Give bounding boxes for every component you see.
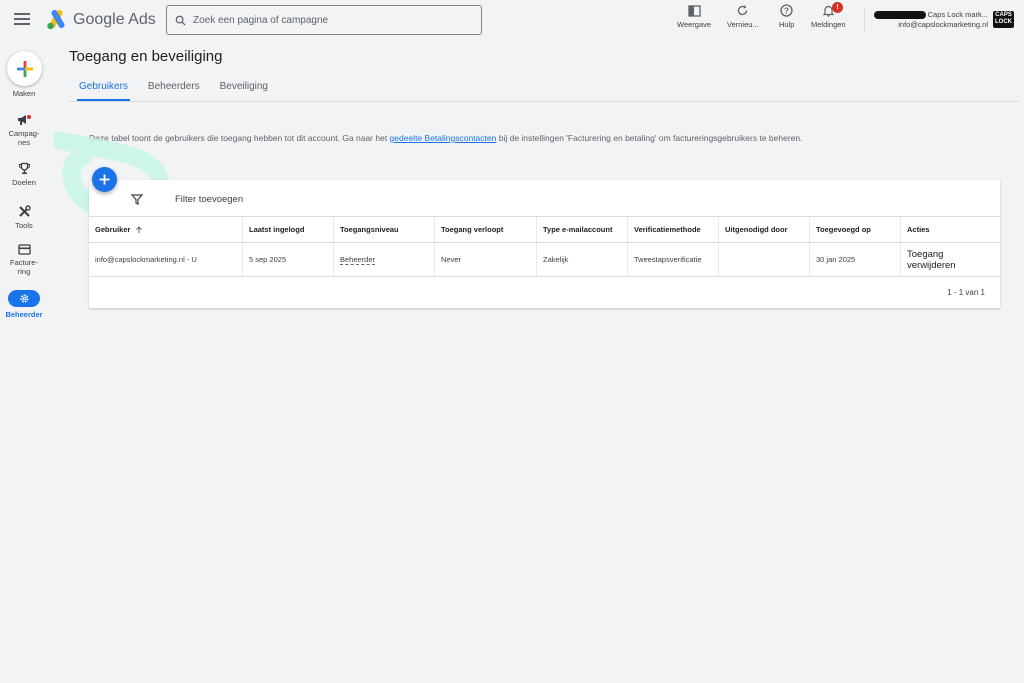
cell-verification: Tweestapsverificatie (628, 243, 719, 276)
column-header[interactable]: Toegevoegd op (810, 217, 901, 242)
rail-label: Campag-nes (8, 129, 40, 147)
account-switcher[interactable]: Caps Lock mark... info@capslockmarketing… (870, 10, 988, 30)
plus-icon (99, 174, 110, 185)
table-header: Gebruiker Laatst ingelogd Toegangsniveau… (89, 216, 1000, 243)
account-logo[interactable]: CAPS LOCK (993, 11, 1014, 28)
column-header[interactable]: Verificatiemethode (628, 217, 719, 242)
cell-email-type: Zakelijk (537, 243, 628, 276)
toolbar-label: Weergave (677, 20, 712, 29)
page-title: Toegang en beveiliging (69, 48, 223, 65)
megaphone-icon (18, 115, 31, 125)
access-level-dropdown[interactable]: Beheerder (340, 255, 376, 265)
add-filter-button[interactable]: Filter toevoegen (175, 194, 243, 205)
rail-label: Beheerder (5, 310, 43, 319)
pagination-info: 1 - 1 van 1 (947, 288, 985, 297)
rail-item-goals[interactable]: Doelen (0, 162, 48, 187)
view-icon (687, 5, 701, 17)
billing-contacts-link[interactable]: gedeelte Betalingscontacten (390, 133, 497, 143)
tab-users[interactable]: Gebruikers (69, 77, 138, 101)
rail-label: Doelen (12, 178, 36, 187)
rail-item-tools[interactable]: Tools (0, 205, 48, 230)
tab-security[interactable]: Beveiliging (210, 77, 278, 101)
help-icon: ? (780, 4, 793, 17)
search-icon (167, 15, 193, 26)
users-table-card: Filter toevoegen Gebruiker Laatst ingelo… (89, 180, 1000, 308)
column-header[interactable]: Toegangsniveau (334, 217, 435, 242)
notification-badge: ! (832, 2, 843, 13)
remove-access-button[interactable]: Toegang verwijderen (907, 249, 994, 271)
plus-icon (16, 60, 33, 77)
account-name: Caps Lock mark... (927, 10, 988, 19)
filter-icon[interactable] (131, 194, 143, 205)
column-header[interactable]: Uitgenodigd door (719, 217, 810, 242)
account-email: info@capslockmarketing.nl (898, 20, 988, 29)
svg-text:?: ? (784, 6, 789, 15)
toolbar-help[interactable]: ? Hulp (779, 4, 794, 29)
search-box[interactable] (166, 5, 482, 35)
rail-label: Facture-ring (10, 258, 38, 276)
cell-actions: Toegang verwijderen (901, 243, 1000, 276)
toolbar-label: Vernieu... (727, 20, 759, 29)
toolbar-notifications[interactable]: Meldingen ! (811, 2, 846, 29)
rail-item-campaigns[interactable]: Campag-nes (0, 114, 48, 147)
column-header[interactable]: Type e-mailaccount (537, 217, 628, 242)
cell-added-on: 30 jan 2025 (810, 243, 901, 276)
column-header[interactable]: Laatst ingelogd (243, 217, 334, 242)
sort-ascending-icon (135, 225, 142, 233)
tabs-divider (69, 101, 1019, 102)
search-input[interactable] (193, 14, 473, 26)
create-label: Maken (12, 89, 36, 98)
rail-item-billing[interactable]: Facture-ring (0, 244, 48, 276)
table-row: info@capslockmarketing.nl - U 5 sep 2025… (89, 243, 1000, 277)
cell-last-login: 5 sep 2025 (243, 243, 334, 276)
redacted-name (873, 11, 926, 20)
tools-icon (18, 205, 31, 217)
trophy-icon (18, 162, 30, 174)
google-ads-logo-icon (47, 10, 65, 30)
add-user-button[interactable] (92, 167, 117, 192)
menu-icon[interactable] (14, 13, 30, 27)
gear-icon (19, 294, 29, 303)
cell-invited-by (719, 243, 810, 276)
toolbar-divider (864, 8, 865, 32)
toolbar-refresh[interactable]: Vernieu... (727, 4, 759, 29)
toolbar-view[interactable]: Weergave (677, 4, 711, 29)
rail-label: Tools (15, 221, 33, 230)
column-header-user[interactable]: Gebruiker (89, 217, 243, 242)
info-text-after: bij de instellingen 'Facturering en beta… (496, 133, 803, 143)
toolbar-label: Meldingen (811, 20, 846, 29)
brand-name: Google Ads (73, 11, 156, 28)
billing-icon (17, 244, 31, 255)
info-text: Deze tabel toont de gebruikers die toega… (89, 133, 802, 143)
cell-expires: Never (435, 243, 537, 276)
column-header: Acties (907, 225, 930, 234)
toolbar-label: Hulp (779, 20, 795, 29)
create-button[interactable] (7, 51, 42, 86)
rail-active-indicator (8, 290, 40, 307)
cell-access-level: Beheerder (334, 243, 435, 276)
tab-bar: Gebruikers Beheerders Beveiliging (69, 77, 278, 101)
cell-user: info@capslockmarketing.nl - U (89, 243, 243, 276)
rail-item-admin[interactable]: Beheerder (0, 290, 48, 319)
tab-admins[interactable]: Beheerders (138, 77, 210, 101)
refresh-icon (738, 5, 748, 16)
column-header[interactable]: Toegang verloopt (435, 217, 537, 242)
top-bar: Google Ads Weergave Vernieu... ? Hulp Me… (0, 0, 1024, 40)
